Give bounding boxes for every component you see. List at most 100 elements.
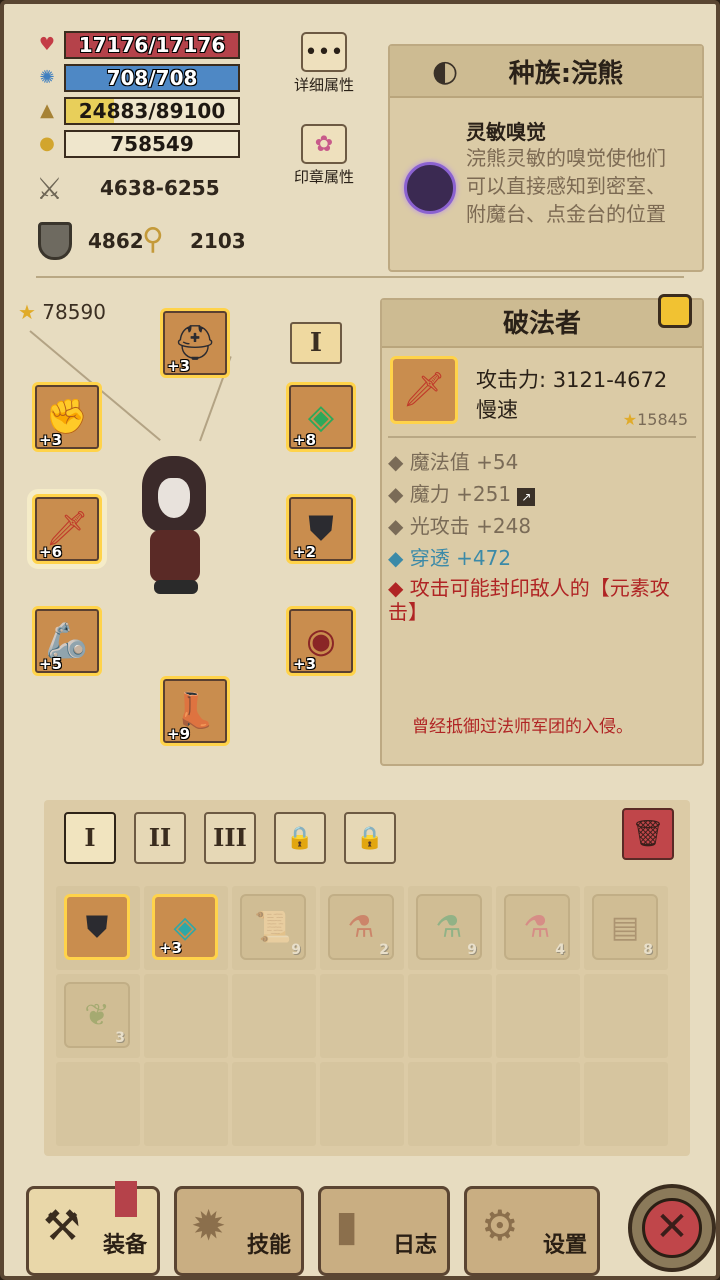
slot-level: +3: [167, 357, 191, 375]
potion-green-icon: ⚗: [435, 909, 463, 945]
equip-slot-boots[interactable]: 👢 +9: [160, 676, 230, 746]
lock-icon: 🔒: [356, 825, 384, 851]
crossed-swords-icon: ⚔: [36, 172, 63, 207]
equip-slot-cloak[interactable]: ◉ +3: [286, 606, 356, 676]
heart-icon: ♥: [38, 34, 56, 55]
shield-icon: [38, 222, 72, 260]
seal-attrs-button[interactable]: ✿ 印章属性: [284, 124, 364, 187]
special-row: ◆ 攻击可能封印敌人的【元素攻击】: [388, 576, 670, 624]
inventory-cell[interactable]: [408, 974, 492, 1058]
item-level: +3: [159, 939, 183, 957]
inventory-cell[interactable]: [496, 974, 580, 1058]
chest-icon: ▤: [610, 909, 640, 945]
equip-slot-armor[interactable]: ⛊ +2: [286, 494, 356, 564]
slot-level: +9: [167, 725, 191, 743]
trash-icon[interactable]: 🗑: [622, 808, 674, 860]
inventory-cell[interactable]: [56, 1062, 140, 1146]
equip-slot-helmet[interactable]: ⛑ +3: [160, 308, 230, 378]
inventory-cell[interactable]: [408, 1062, 492, 1146]
level-icon: ▲: [40, 100, 54, 121]
power-row: ★ 78590: [18, 300, 106, 324]
nav-log-label: 日志: [392, 1233, 437, 1258]
item-score-row: ★15845: [623, 410, 688, 429]
inventory-cell[interactable]: [320, 974, 404, 1058]
nav-log[interactable]: ▮ 日志: [318, 1186, 450, 1276]
inventory-item[interactable]: ⚗ 9: [416, 894, 482, 960]
layer-badge[interactable]: I: [290, 322, 342, 364]
dots-icon: •••: [301, 32, 347, 72]
item-count: 9: [467, 942, 477, 958]
item-name: 破法者: [382, 300, 702, 348]
armor-value: 4862: [88, 229, 144, 253]
divider: [388, 436, 696, 438]
item-count: 9: [291, 942, 301, 958]
xp-row: ▲ 24883/89100: [34, 96, 240, 126]
slot-level: +6: [39, 543, 63, 561]
attr-text: 穿透 +472: [409, 546, 512, 570]
magic-staff-icon: ⚲: [142, 222, 164, 257]
skill-name: 灵敏嗅觉: [466, 120, 546, 144]
race-header: ◐ 种族:浣熊: [390, 46, 702, 98]
detail-attrs-button[interactable]: ••• 详细属性: [284, 32, 364, 95]
nav-equip[interactable]: ⚒ 装备: [26, 1181, 160, 1276]
tab-locked-5[interactable]: 🔒: [344, 812, 396, 864]
equip-slot-bracer[interactable]: 🦾 +5: [32, 606, 102, 676]
item-count: 2: [379, 942, 389, 958]
nav-settings[interactable]: ⚙ 设置: [464, 1186, 600, 1276]
inventory-cell[interactable]: [584, 974, 668, 1058]
inventory-item[interactable]: ⚗ 2: [328, 894, 394, 960]
axe-icon: ⚒: [43, 1201, 81, 1250]
equip-slot-amulet[interactable]: ◈ +8: [286, 382, 356, 452]
close-button[interactable]: ✕: [628, 1184, 716, 1272]
equip-slot-weapon[interactable]: 🗡 +6: [32, 494, 102, 564]
inventory-cell[interactable]: [144, 1062, 228, 1146]
hp-row: ♥ 17176/17176: [34, 30, 240, 60]
seal-attrs-label: 印章属性: [293, 168, 354, 186]
herb-icon: ❦: [84, 997, 110, 1033]
inventory-cell[interactable]: [144, 974, 228, 1058]
inventory-cell[interactable]: [232, 974, 316, 1058]
inventory-item[interactable]: ▤ 8: [592, 894, 658, 960]
link-icon[interactable]: ↗: [517, 488, 536, 506]
slot-level: +8: [293, 431, 317, 449]
inventory-item[interactable]: 📜 9: [240, 894, 306, 960]
potion-red-icon: ⚗: [347, 909, 375, 945]
inventory-cell[interactable]: [584, 1062, 668, 1146]
armor-icon: ⛊: [85, 909, 109, 945]
slot-level: +3: [39, 431, 63, 449]
slot-level: +2: [293, 543, 317, 561]
equip-slot-gloves[interactable]: ✊ +3: [32, 382, 102, 452]
gold-amount: 758549: [64, 130, 240, 158]
inventory-item[interactable]: ⚗ 4: [504, 894, 570, 960]
inventory-cell[interactable]: [496, 1062, 580, 1146]
attr-row: ◆ 穿透 +472: [388, 546, 512, 570]
item-score: 15845: [637, 410, 688, 429]
star-icon: ★: [622, 410, 638, 429]
inventory-cell[interactable]: [232, 1062, 316, 1146]
nav-skills[interactable]: ✹ 技能: [174, 1186, 304, 1276]
skill-desc: 浣熊灵敏的嗅觉使他们可以直接感知到密室、附魔台、点金台的位置: [466, 146, 666, 226]
slot-level: +3: [293, 655, 317, 673]
item-flavor: 曾经抵御过法师军团的入侵。: [412, 717, 633, 737]
inventory-cell[interactable]: [320, 1062, 404, 1146]
star-icon: ★: [18, 300, 36, 324]
close-icon: ✕: [642, 1198, 702, 1258]
tab-locked-4[interactable]: 🔒: [274, 812, 326, 864]
attack-value: 4638-6255: [100, 176, 220, 200]
mp-bar: 708/708: [64, 64, 240, 92]
inventory-item[interactable]: ❦ 3: [64, 982, 130, 1048]
skill-icon[interactable]: [404, 162, 456, 214]
tab-page-2[interactable]: II: [134, 812, 186, 864]
attr-row: ◆ 魔力 +251 ↗: [388, 478, 536, 507]
special-text: 攻击可能封印敌人的【元素攻击】: [388, 576, 670, 624]
inventory-item[interactable]: ◈ +3: [152, 894, 218, 960]
inventory-item[interactable]: ⛊: [64, 894, 130, 960]
tab-page-3[interactable]: III: [204, 812, 256, 864]
item-attack: 攻击力: 3121-4672: [476, 368, 668, 392]
tab-page-1[interactable]: I: [64, 812, 116, 864]
race-panel: ◐ 种族:浣熊 灵敏嗅觉 浣熊灵敏的嗅觉使他们可以直接感知到密室、附魔台、点金台…: [388, 44, 704, 272]
item-count: 3: [115, 1030, 125, 1046]
hp-bar: 17176/17176: [64, 31, 240, 59]
lock-icon[interactable]: [658, 294, 692, 328]
gold-icon: ●: [39, 133, 55, 154]
